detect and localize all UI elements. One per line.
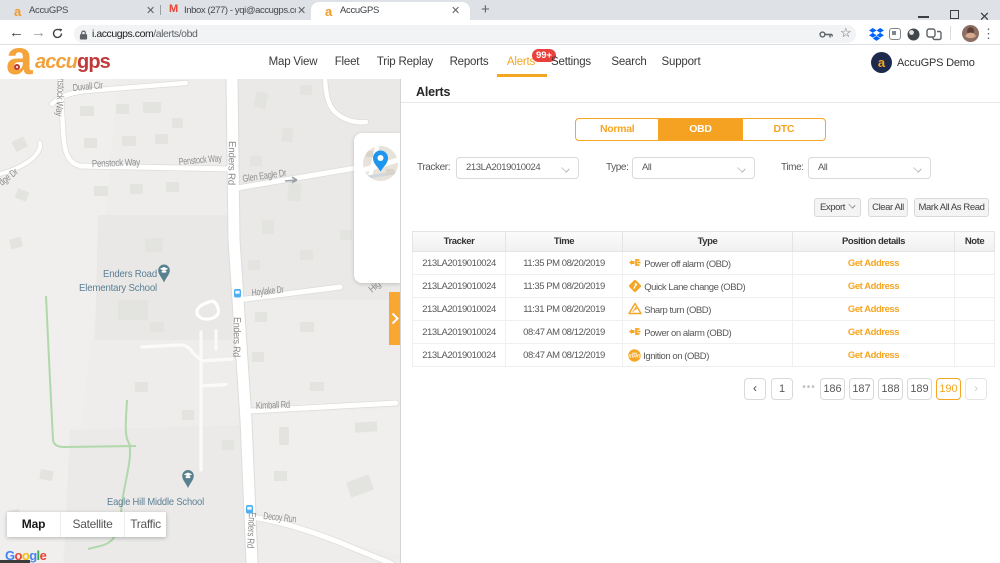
svg-text:Enders Rd: Enders Rd <box>244 512 257 549</box>
svg-text:Kimball Rd: Kimball Rd <box>256 400 290 412</box>
svg-text:Enders Rd: Enders Rd <box>225 141 237 185</box>
svg-text:Enders Rd: Enders Rd <box>230 317 242 357</box>
svg-text:nstock Way: nstock Way <box>53 79 66 117</box>
svg-text:Enders Road: Enders Road <box>103 268 157 280</box>
svg-text:START: START <box>629 353 641 358</box>
svg-text:Eagle Hill Middle School: Eagle Hill Middle School <box>107 496 204 508</box>
svg-text:Elementary School: Elementary School <box>79 282 157 294</box>
svg-text:Penstock Way: Penstock Way <box>92 157 141 170</box>
